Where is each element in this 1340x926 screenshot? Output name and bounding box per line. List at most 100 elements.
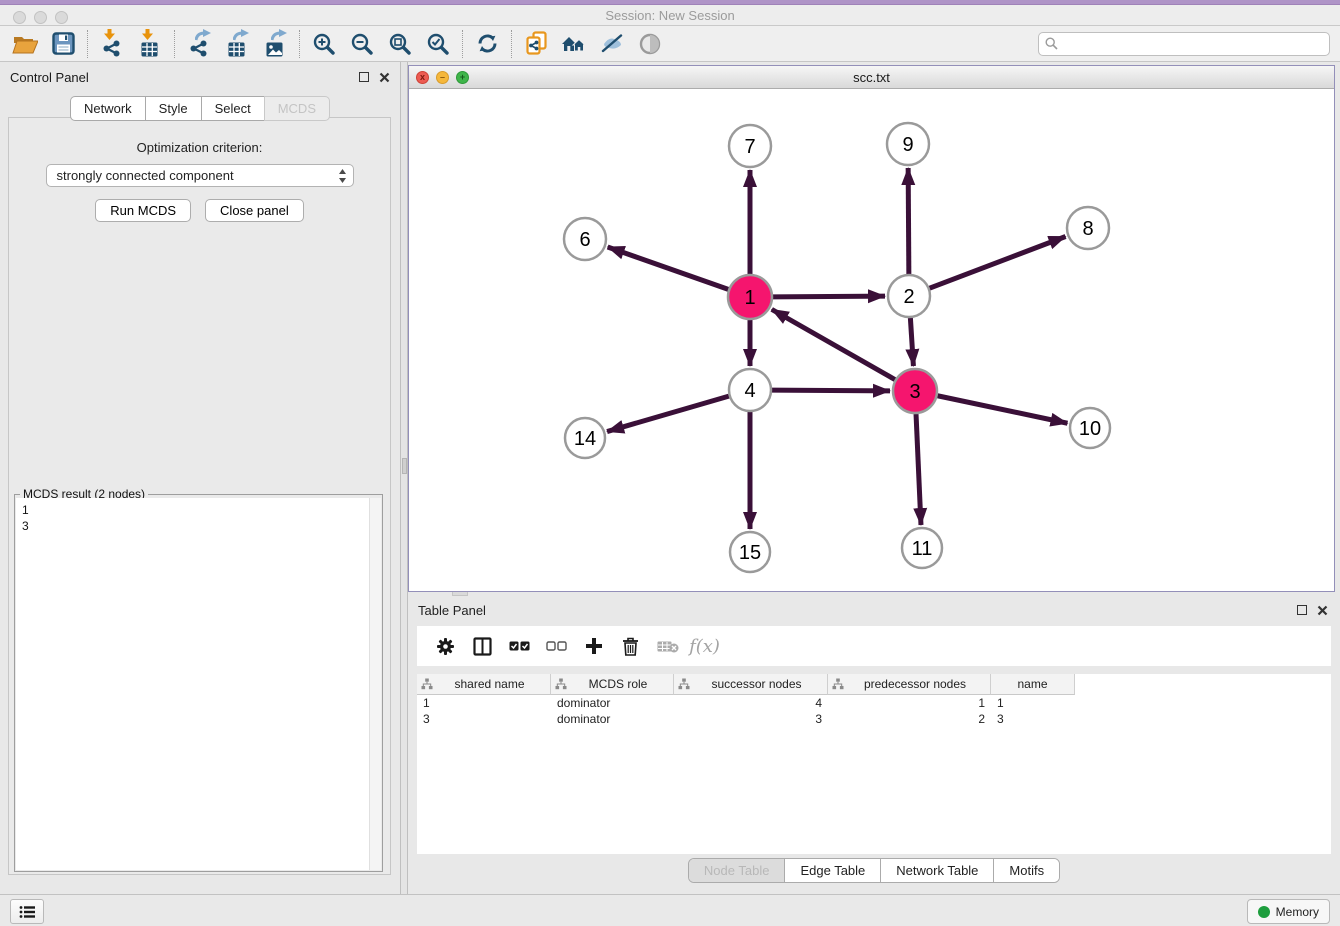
edge-3-10[interactable]	[938, 396, 1068, 423]
tab-network[interactable]: Network	[70, 96, 145, 121]
list-icon	[19, 905, 35, 919]
node-label-2: 2	[903, 286, 914, 308]
column-header-MCDS-role[interactable]: MCDS role	[551, 674, 674, 695]
cell-predecessor-nodes[interactable]: 1	[828, 695, 991, 711]
network-view-window: x – + scc.txt 7968124314101511	[408, 65, 1335, 592]
memory-status-icon	[1258, 906, 1270, 918]
result-scrollbar[interactable]	[369, 498, 381, 870]
edge-2-8[interactable]	[930, 237, 1066, 289]
close-panel-button[interactable]: Close panel	[205, 199, 304, 222]
table-tabs: Node TableEdge TableNetwork TableMotifs	[408, 858, 1340, 883]
memory-button[interactable]: Memory	[1247, 899, 1330, 924]
mcds-result-box[interactable]: 1 3	[16, 498, 381, 870]
node-table[interactable]: shared nameMCDS rolesuccessor nodes prede…	[417, 674, 1331, 854]
delete-icon[interactable]	[612, 629, 649, 663]
add-icon[interactable]	[575, 629, 612, 663]
edge-3-11[interactable]	[916, 414, 921, 525]
zoom-fit-icon[interactable]	[381, 28, 419, 60]
column-header-predecessor-nodes[interactable]: predecessor nodes	[828, 674, 991, 695]
edge-4-3[interactable]	[772, 390, 890, 391]
column-header-successor-nodes[interactable]: successor nodes	[674, 674, 828, 695]
edge-2-9[interactable]	[908, 168, 909, 274]
edge-1-6[interactable]	[608, 247, 729, 289]
cell-predecessor-nodes[interactable]: 2	[828, 711, 991, 727]
close-table-panel-icon[interactable]	[1317, 605, 1328, 616]
panel-split-divider[interactable]	[400, 62, 408, 894]
node-label-6: 6	[579, 229, 590, 251]
cell-name[interactable]: 1	[991, 695, 1075, 711]
cell-MCDS-role[interactable]: dominator	[551, 711, 674, 727]
hide-graphics-icon[interactable]	[593, 28, 631, 60]
split-grip[interactable]	[402, 458, 407, 474]
edge-3-1[interactable]	[772, 309, 895, 379]
save-session-icon[interactable]	[44, 28, 82, 60]
home-layout-icon[interactable]	[555, 28, 593, 60]
network-graph[interactable]: 7968124314101511	[409, 89, 1334, 591]
toolbar-separator	[174, 30, 175, 58]
tab-select[interactable]: Select	[201, 96, 264, 121]
refresh-icon[interactable]	[468, 28, 506, 60]
cell-MCDS-role[interactable]: dominator	[551, 695, 674, 711]
network-canvas[interactable]: 7968124314101511	[409, 89, 1334, 591]
table-toolbar: f(x)	[417, 626, 1331, 666]
node-label-8: 8	[1082, 218, 1093, 240]
table-panel-title: Table Panel	[418, 603, 486, 618]
cell-successor-nodes[interactable]: 4	[674, 695, 828, 711]
node-label-15: 15	[739, 542, 761, 564]
duplicate-network-icon[interactable]	[517, 28, 555, 60]
mcds-result-group: MCDS result (2 nodes) 1 3	[14, 494, 383, 872]
float-table-panel-icon[interactable]	[1297, 605, 1307, 615]
export-table-icon[interactable]	[218, 28, 256, 60]
network-window-titlebar[interactable]: x – + scc.txt	[409, 66, 1334, 89]
node-label-4: 4	[744, 380, 755, 402]
import-network-icon[interactable]	[93, 28, 131, 60]
chevron-up-down-icon	[338, 168, 347, 184]
tab-network-table[interactable]: Network Table	[881, 859, 994, 882]
cell-shared-name[interactable]: 1	[417, 695, 551, 711]
edge-1-2[interactable]	[773, 296, 885, 297]
titlebar-accent-strip	[0, 0, 1340, 5]
tab-mcds[interactable]: MCDS	[264, 96, 330, 121]
columns-icon[interactable]	[464, 629, 501, 663]
edge-2-3[interactable]	[910, 318, 913, 366]
search-icon	[1045, 37, 1058, 50]
cell-successor-nodes[interactable]: 3	[674, 711, 828, 727]
open-session-icon[interactable]	[6, 28, 44, 60]
hierarchy-icon	[832, 678, 844, 690]
deselect-all-icon[interactable]	[538, 629, 575, 663]
main-toolbar	[0, 26, 1340, 62]
export-network-icon[interactable]	[180, 28, 218, 60]
control-panel-title: Control Panel	[10, 70, 89, 85]
optimization-criterion-dropdown[interactable]: strongly connected component	[46, 164, 354, 187]
gear-icon[interactable]	[427, 629, 464, 663]
column-label: predecessor nodes	[844, 677, 986, 691]
table-row-1[interactable]: 3dominator323	[417, 711, 1331, 727]
export-image-icon[interactable]	[256, 28, 294, 60]
select-all-icon[interactable]	[501, 629, 538, 663]
hierarchy-icon	[555, 678, 567, 690]
node-label-14: 14	[574, 428, 596, 450]
tab-node-table[interactable]: Node Table	[689, 859, 786, 882]
close-panel-icon[interactable]	[379, 72, 390, 83]
column-header-name[interactable]: name	[991, 674, 1075, 695]
column-header-shared-name[interactable]: shared name	[417, 674, 551, 695]
tab-style[interactable]: Style	[145, 96, 201, 121]
import-table-icon[interactable]	[131, 28, 169, 60]
zoom-out-icon[interactable]	[343, 28, 381, 60]
cell-shared-name[interactable]: 3	[417, 711, 551, 727]
function-icon: f(x)	[686, 629, 723, 663]
search-input[interactable]	[1062, 37, 1323, 51]
tab-edge-table[interactable]: Edge Table	[785, 859, 881, 882]
task-history-button[interactable]	[10, 899, 44, 924]
table-row-0[interactable]: 1dominator411	[417, 695, 1331, 711]
search-field[interactable]	[1038, 32, 1330, 56]
zoom-selected-icon[interactable]	[419, 28, 457, 60]
zoom-in-icon[interactable]	[305, 28, 343, 60]
show-graphics-eye-icon[interactable]	[631, 28, 669, 60]
tab-motifs[interactable]: Motifs	[994, 859, 1059, 882]
float-panel-icon[interactable]	[359, 72, 369, 82]
cell-name[interactable]: 3	[991, 711, 1075, 727]
run-mcds-button[interactable]: Run MCDS	[95, 199, 191, 222]
edge-4-14[interactable]	[607, 396, 729, 431]
node-label-1: 1	[744, 287, 755, 309]
